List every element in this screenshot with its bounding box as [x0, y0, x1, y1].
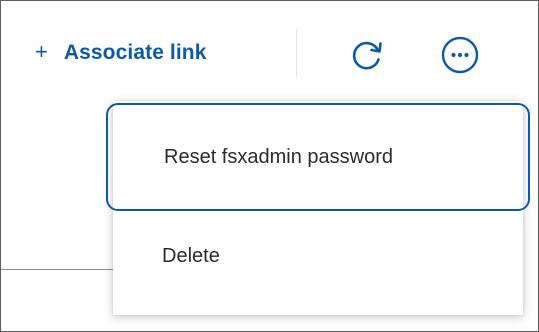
toolbar-divider — [296, 29, 297, 77]
menu-item-delete[interactable]: Delete — [113, 213, 523, 299]
toolbar: + Associate link — [1, 1, 538, 101]
plus-icon: + — [35, 39, 48, 64]
refresh-button[interactable] — [345, 33, 389, 77]
associate-link-button[interactable]: + Associate link — [35, 35, 207, 71]
more-options-button[interactable] — [438, 33, 482, 77]
menu-item-label: Reset fsxadmin password — [164, 145, 393, 168]
associate-link-label: Associate link — [63, 41, 207, 64]
menu-item-label: Delete — [162, 244, 220, 267]
actions-menu: Reset fsxadmin password Delete — [106, 101, 530, 315]
menu-item-reset-fsxadmin-password[interactable]: Reset fsxadmin password — [106, 103, 530, 211]
background-divider — [1, 269, 113, 270]
refresh-icon — [352, 41, 382, 70]
more-options-icon — [441, 36, 479, 74]
panel-frame: + Associate link Reset fsxadmin password — [0, 0, 539, 332]
